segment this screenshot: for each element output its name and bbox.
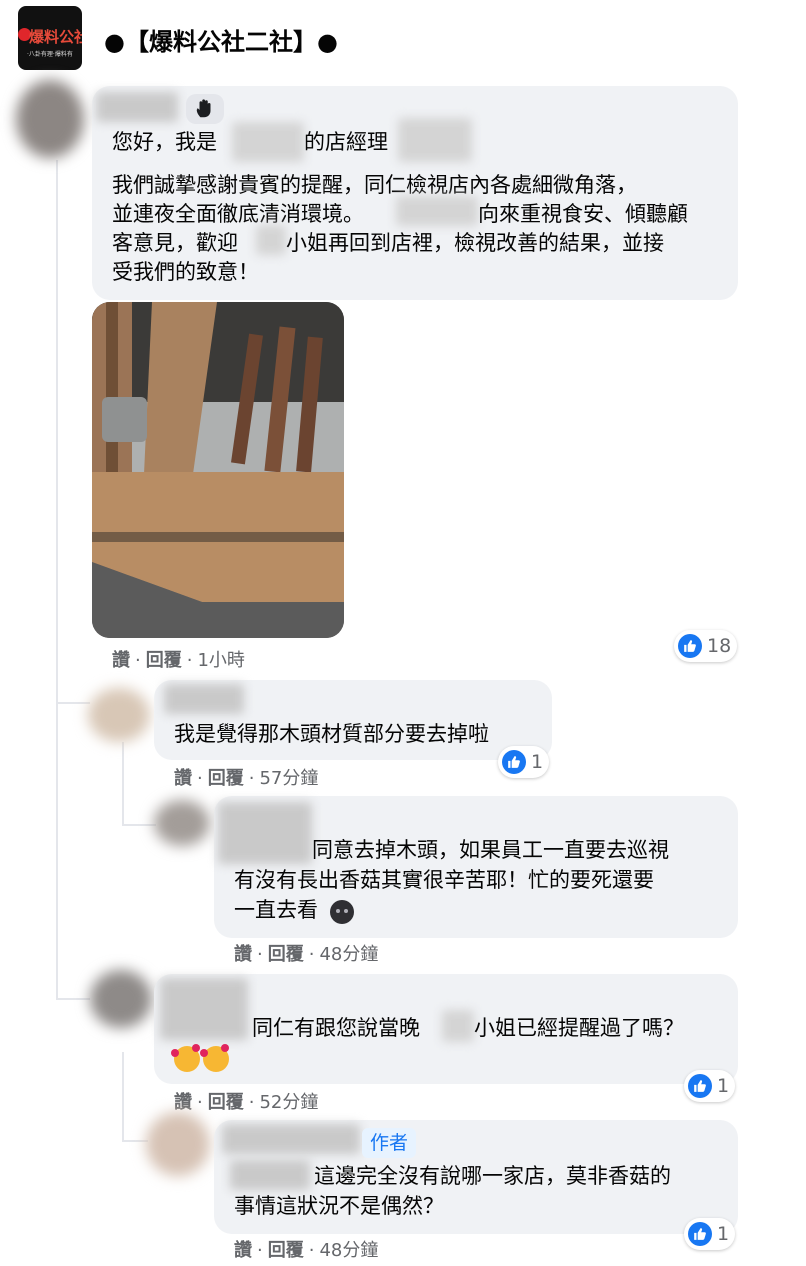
avatar[interactable] bbox=[154, 800, 210, 846]
comment-actions: 讚 · 回覆 · 57分鐘 bbox=[174, 764, 318, 790]
like-action[interactable]: 讚 bbox=[174, 1092, 192, 1113]
comment-text-line: 同仁有跟您說當晚 bbox=[252, 1016, 420, 1040]
comment-text-line: 小姐再回到店裡，檢視改善的結果，並接 bbox=[286, 231, 664, 255]
avatar[interactable] bbox=[16, 80, 84, 158]
group-name[interactable]: ●【爆料公社二社】● bbox=[104, 22, 338, 57]
comment-text-line: 同意去掉木頭，如果員工一直要去巡視 bbox=[312, 838, 669, 862]
avatar[interactable] bbox=[90, 970, 152, 1028]
separator: · bbox=[197, 1092, 203, 1113]
like-action[interactable]: 讚 bbox=[234, 1240, 252, 1261]
reaction-count[interactable]: 18 bbox=[674, 630, 738, 662]
like-action[interactable]: 讚 bbox=[234, 944, 252, 965]
comment-photo[interactable] bbox=[92, 302, 344, 638]
separator: · bbox=[186, 650, 193, 671]
reply-action[interactable]: 回覆 bbox=[268, 1240, 304, 1261]
comment-text-line: 客意見，歡迎 bbox=[112, 231, 238, 255]
store-name-blurred bbox=[232, 122, 304, 162]
customer-name-blurred bbox=[256, 225, 286, 255]
separator: · bbox=[197, 768, 203, 789]
comment-text-line: 一直去看 bbox=[234, 898, 318, 922]
thread-line-nested-branch bbox=[122, 824, 156, 826]
like-action[interactable]: 讚 bbox=[174, 768, 192, 789]
reaction-count[interactable]: 1 bbox=[498, 746, 550, 778]
comment-text-line: 您好，我是 bbox=[112, 130, 217, 154]
reaction-number: 18 bbox=[707, 635, 732, 657]
store-name-blurred bbox=[396, 196, 478, 226]
avatar[interactable] bbox=[88, 688, 150, 742]
smiling-face-with-hearts-icon bbox=[171, 1044, 200, 1072]
comment-text-line: 受我們的致意！ bbox=[112, 260, 259, 284]
smiling-face-with-hearts-icon bbox=[200, 1044, 229, 1072]
customer-name-blurred bbox=[442, 1010, 474, 1042]
reaction-number: 1 bbox=[531, 751, 544, 773]
like-action[interactable]: 讚 bbox=[112, 650, 130, 671]
separator: · bbox=[257, 944, 263, 965]
reaction-count[interactable]: 1 bbox=[684, 1070, 736, 1102]
comment-text-line: 我們誠摯感謝貴賓的提醒，同仁檢視店內各處細微角落， bbox=[112, 173, 637, 197]
comment-timestamp[interactable]: 1小時 bbox=[197, 650, 244, 671]
thread-line-branch-2 bbox=[56, 998, 90, 1000]
avatar[interactable] bbox=[146, 1112, 210, 1176]
thread-line-reply-branch bbox=[122, 1140, 148, 1142]
emoji-eye bbox=[344, 909, 348, 913]
heart-dot bbox=[171, 1049, 179, 1057]
commenter-name-blurred[interactable] bbox=[164, 684, 244, 714]
comment-actions: 讚 · 回覆 · 48分鐘 bbox=[234, 1236, 378, 1262]
like-icon bbox=[678, 634, 702, 658]
comment-text-line: 的店經理 bbox=[304, 130, 388, 154]
separator: · bbox=[248, 1092, 255, 1113]
like-icon bbox=[688, 1222, 712, 1246]
like-icon bbox=[688, 1074, 712, 1098]
heart-dot bbox=[221, 1044, 229, 1052]
comment-timestamp[interactable]: 57分鐘 bbox=[259, 768, 318, 789]
reply-action[interactable]: 回覆 bbox=[208, 1092, 244, 1113]
logo-subtitle: ·八卦有理·爆料有 bbox=[27, 51, 73, 58]
comment-timestamp[interactable]: 52分鐘 bbox=[259, 1092, 318, 1113]
reply-action[interactable]: 回覆 bbox=[268, 944, 304, 965]
heart-dot bbox=[192, 1044, 200, 1052]
comment-text-line: 有沒有長出香菇其實很辛苦耶！忙的要死還要 bbox=[234, 868, 654, 892]
separator: · bbox=[248, 768, 255, 789]
wave-hand-icon bbox=[186, 94, 224, 124]
comment-text-line: 這邊完全沒有說哪一家店，莫非香菇的 bbox=[314, 1164, 671, 1188]
like-icon bbox=[502, 750, 526, 774]
comment-timestamp[interactable]: 48分鐘 bbox=[319, 1240, 378, 1261]
thread-line-branch bbox=[56, 702, 90, 704]
heart-dot bbox=[200, 1049, 208, 1057]
author-badge: 作者 bbox=[362, 1128, 417, 1158]
thread-line-reply bbox=[122, 1052, 124, 1142]
commenter-name-blurred[interactable] bbox=[222, 1124, 360, 1154]
comment-text-line: 並連夜全面徹底清消環境。 bbox=[112, 202, 364, 226]
comment-text-line: 向來重視食安、傾聽顧 bbox=[478, 202, 688, 226]
mention-name-blurred[interactable] bbox=[230, 1160, 310, 1190]
separator: · bbox=[308, 944, 315, 965]
comment-text-line: 小姐已經提醒過了嗎？ bbox=[474, 1016, 684, 1040]
reaction-number: 1 bbox=[717, 1075, 730, 1097]
manager-name-blurred bbox=[398, 118, 472, 162]
logo-text: 爆料公社 bbox=[29, 28, 82, 46]
emoji-eye bbox=[336, 909, 340, 913]
thread-line-main bbox=[56, 160, 58, 1000]
group-header: 爆料公社 ·八卦有理·爆料有 ●【爆料公社二社】● bbox=[0, 0, 806, 82]
reaction-number: 1 bbox=[717, 1223, 730, 1245]
commenter-name-blurred[interactable] bbox=[218, 802, 312, 864]
commenter-name-blurred[interactable] bbox=[160, 978, 248, 1040]
separator: · bbox=[135, 650, 141, 671]
comment-actions: 讚 · 回覆 · 1小時 bbox=[112, 646, 245, 672]
comment-timestamp[interactable]: 48分鐘 bbox=[319, 944, 378, 965]
comment-text-line: 事情這狀況不是偶然？ bbox=[234, 1194, 444, 1218]
reply-action[interactable]: 回覆 bbox=[208, 768, 244, 789]
reply-action[interactable]: 回覆 bbox=[146, 650, 182, 671]
comment-actions: 讚 · 回覆 · 48分鐘 bbox=[234, 940, 378, 966]
thread-line-nested bbox=[122, 742, 124, 826]
comment-text-line: 我是覺得那木頭材質部分要去掉啦 bbox=[174, 722, 489, 746]
separator: · bbox=[308, 1240, 315, 1261]
commenter-name-blurred[interactable] bbox=[96, 92, 178, 122]
reaction-count[interactable]: 1 bbox=[684, 1218, 736, 1250]
dark-face-emoji-icon bbox=[330, 900, 354, 924]
separator: · bbox=[257, 1240, 263, 1261]
group-logo[interactable]: 爆料公社 ·八卦有理·爆料有 bbox=[18, 6, 82, 70]
comment-actions: 讚 · 回覆 · 52分鐘 bbox=[174, 1088, 318, 1114]
